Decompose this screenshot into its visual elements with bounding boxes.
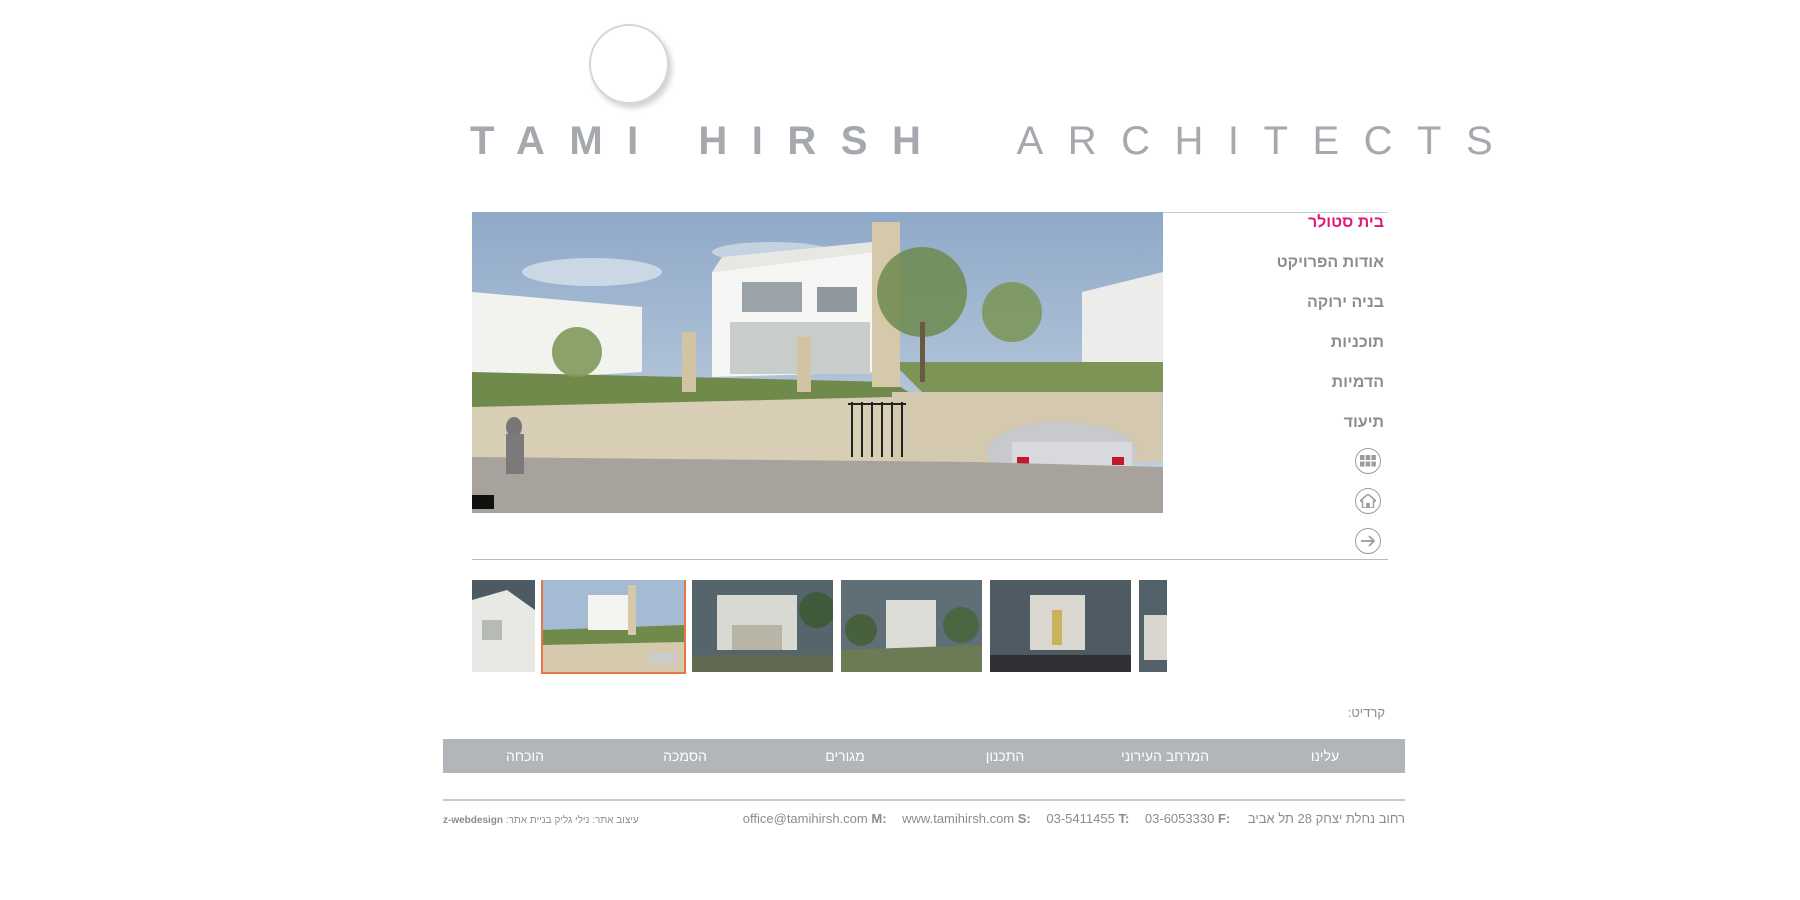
nav-item-residential[interactable]: מגורים [765,748,925,764]
nav-item-certification[interactable]: הסמכה [605,748,765,764]
image-counter-badge [472,495,494,509]
credits-label: קרדיט: [1347,705,1385,720]
home-icon[interactable] [1355,488,1381,514]
thumbnail-4[interactable] [841,580,982,672]
logo-circle-icon[interactable] [589,24,669,104]
footer-divider [443,799,1405,801]
design-credit-text: עיצוב אתר: נילי גליק בניית אתר: [505,815,639,826]
side-menu-item-project-title[interactable]: בית סטולר [1180,212,1384,252]
fax-key: F: [1217,811,1231,826]
project-side-menu: בית סטולר אודות הפרויקט בניה ירוקה תוכני… [1180,212,1384,452]
site-link[interactable]: www.tamihirsh.com [902,811,1014,826]
email-link[interactable]: office@tamihirsh.com [743,811,868,826]
thumbnail-strip [472,580,1167,674]
webdesign-brand-link[interactable]: z-webdesign [443,815,503,826]
gallery-bottom-divider [472,559,1388,560]
fax-number: 03-6053330 [1144,811,1215,826]
site-key: S: [1017,811,1031,826]
house-rendering-image [472,212,1163,513]
page: TAMI HIRSH ARCHITECTS בית סטולר אודות הפ… [0,0,1800,900]
side-menu-item-about[interactable]: אודות הפרויקט [1180,252,1384,292]
logo-name-bold: TAMI HIRSH [470,119,946,163]
side-menu-item-green-building[interactable]: בניה ירוקה [1180,292,1384,332]
tel-number: 03-5411455 [1046,811,1115,826]
logo-name-light: ARCHITECTS [1016,119,1518,163]
side-menu-item-renderings[interactable]: הדמיות [1180,372,1384,412]
thumbnail-6[interactable] [1139,580,1167,672]
mail-key: M: [871,811,887,826]
footer-address: רחוב נחלת יצחק 28 תל אביב [1247,811,1405,826]
arrow-right-icon[interactable] [1355,528,1381,554]
thumbnail-2[interactable] [541,580,686,674]
footer-contact: רחוב נחלת יצחק 28 תל אביב F: 03-6053330 … [743,811,1405,826]
main-nav-bar: עלינו המרחב העירוני התכנון מגורים הסמכה … [443,739,1405,773]
side-menu-item-plans[interactable]: תוכניות [1180,332,1384,372]
grid-icon[interactable] [1355,448,1381,474]
main-gallery-image[interactable] [472,212,1163,513]
side-menu-item-documentation[interactable]: תיעוד [1180,412,1384,452]
nav-item-about-us[interactable]: עלינו [1245,748,1405,764]
nav-item-urban-space[interactable]: המרחב העירוני [1085,748,1245,764]
thumbnail-5[interactable] [990,580,1131,672]
footer-design-credit: z-webdesign עיצוב אתר: נילי גליק בניית א… [443,815,639,826]
nav-item-proof[interactable]: הוכחה [445,748,605,764]
tel-key: T: [1118,811,1130,826]
nav-item-planning[interactable]: התכנון [925,748,1085,764]
site-logo[interactable]: TAMI HIRSH ARCHITECTS [470,118,1517,164]
thumbnail-1[interactable] [472,580,535,672]
thumbnail-3[interactable] [692,580,833,672]
